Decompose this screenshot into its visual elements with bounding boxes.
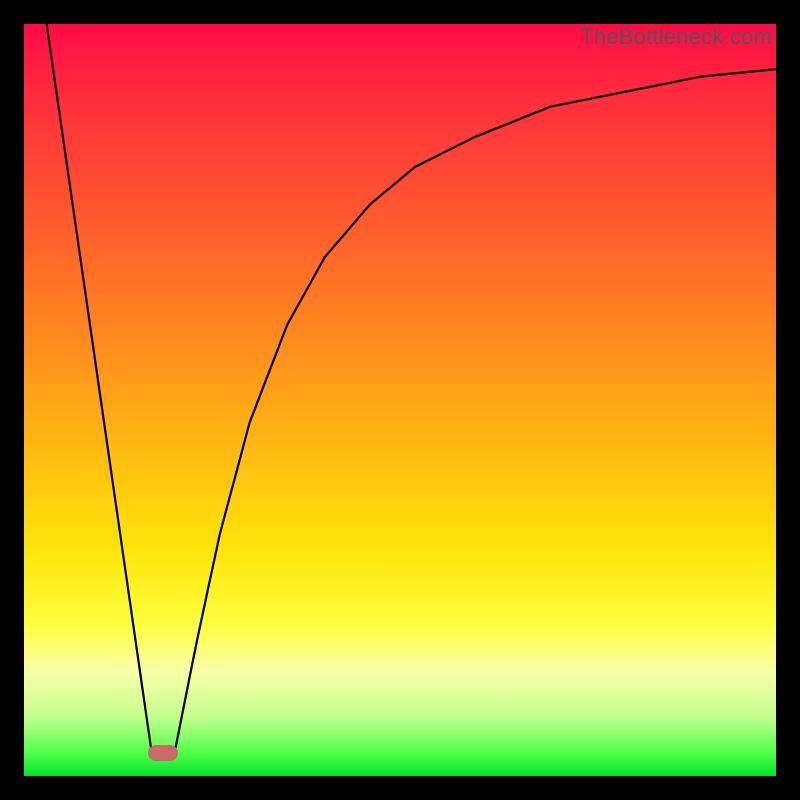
plot-area: TheBottleneck.com xyxy=(24,24,776,776)
minimum-marker xyxy=(148,745,178,761)
curve-left-path xyxy=(47,24,152,753)
curve-right-path xyxy=(174,69,776,753)
chart-curves xyxy=(24,24,776,776)
chart-frame: TheBottleneck.com xyxy=(0,0,800,800)
